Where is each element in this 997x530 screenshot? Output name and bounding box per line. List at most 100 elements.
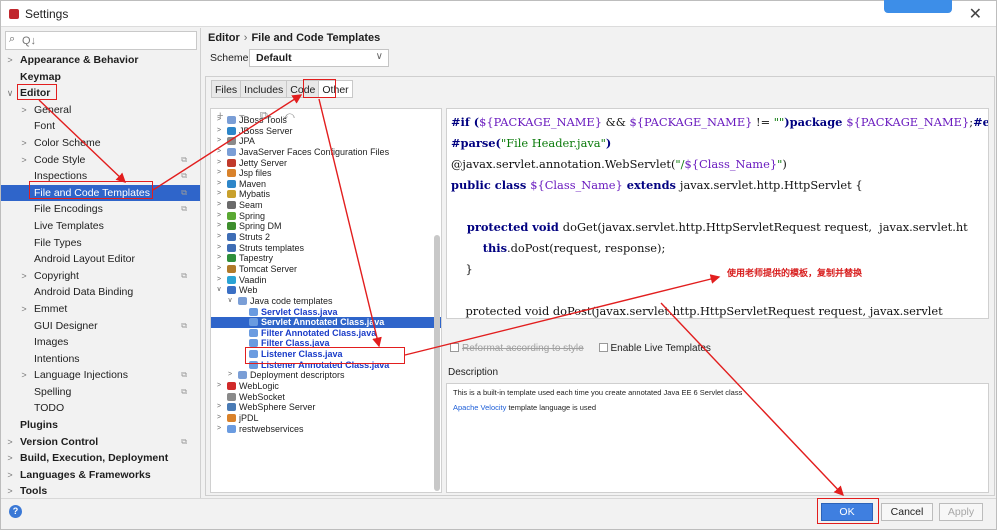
template-item-seam[interactable]: > Seam bbox=[211, 200, 441, 211]
template-item-filter-class-java[interactable]: Filter Class.java bbox=[211, 338, 441, 349]
sidebar-item-inspections[interactable]: Inspections ⧉ bbox=[1, 168, 200, 185]
chevron-right-icon[interactable]: > bbox=[215, 158, 223, 169]
template-code-editor[interactable]: #if (${PACKAGE_NAME} && ${PACKAGE_NAME} … bbox=[446, 108, 989, 319]
sidebar-item-editor[interactable]: ∨ Editor bbox=[1, 85, 200, 102]
apply-button[interactable]: Apply bbox=[939, 503, 983, 521]
help-icon[interactable]: ? bbox=[9, 505, 22, 518]
chevron-right-icon[interactable]: > bbox=[5, 434, 15, 451]
scheme-select[interactable]: Default ∨ bbox=[249, 49, 389, 67]
chevron-right-icon[interactable]: > bbox=[19, 268, 29, 285]
chevron-right-icon[interactable]: > bbox=[215, 147, 223, 158]
tree-scrollbar[interactable] bbox=[434, 235, 440, 491]
template-item-java-code-templates[interactable]: ∨ Java code templates bbox=[211, 296, 441, 307]
template-item-restwebservices[interactable]: > restwebservices bbox=[211, 424, 441, 435]
chevron-right-icon[interactable]: > bbox=[215, 424, 223, 435]
template-item-servlet-class-java[interactable]: Servlet Class.java bbox=[211, 307, 441, 318]
tab-includes[interactable]: Includes bbox=[240, 80, 288, 98]
chevron-right-icon[interactable]: > bbox=[215, 264, 223, 275]
template-item-struts-templates[interactable]: > Struts templates bbox=[211, 243, 441, 254]
sidebar-item-appearance-behavior[interactable]: > Appearance & Behavior bbox=[1, 52, 200, 69]
tab-code[interactable]: Code bbox=[286, 80, 320, 98]
template-item-tomcat-server[interactable]: > Tomcat Server bbox=[211, 264, 441, 275]
chevron-right-icon[interactable]: > bbox=[215, 402, 223, 413]
sidebar-item-keymap[interactable]: Keymap bbox=[1, 69, 200, 86]
reformat-checkbox[interactable] bbox=[450, 343, 459, 352]
template-item-jsp-files[interactable]: > Jsp files bbox=[211, 168, 441, 179]
search-box[interactable]: ⌕ bbox=[5, 31, 197, 50]
chevron-right-icon[interactable]: > bbox=[5, 483, 15, 498]
template-item-tapestry[interactable]: > Tapestry bbox=[211, 253, 441, 264]
sidebar-item-file-and-code-templates[interactable]: File and Code Templates ⧉ bbox=[1, 184, 200, 202]
sidebar-item-live-templates[interactable]: Live Templates bbox=[1, 218, 200, 235]
chevron-right-icon[interactable]: > bbox=[215, 115, 223, 126]
sidebar-item-todo[interactable]: TODO bbox=[1, 400, 200, 417]
live-templates-checkbox[interactable] bbox=[598, 343, 608, 352]
template-item-jpdl[interactable]: > jPDL bbox=[211, 413, 441, 424]
template-item-filter-annotated-class-java[interactable]: Filter Annotated Class.java bbox=[211, 328, 441, 339]
tab-files[interactable]: Files bbox=[211, 80, 242, 98]
chevron-right-icon[interactable]: > bbox=[215, 189, 223, 200]
sidebar-item-version-control[interactable]: > Version Control ⧉ bbox=[1, 434, 200, 451]
sidebar-item-color-scheme[interactable]: > Color Scheme bbox=[1, 135, 200, 152]
chevron-down-icon[interactable]: ∨ bbox=[226, 296, 234, 307]
sidebar-item-gui-designer[interactable]: GUI Designer ⧉ bbox=[1, 318, 200, 335]
sidebar-item-tools[interactable]: > Tools bbox=[1, 483, 200, 498]
chevron-right-icon[interactable]: > bbox=[215, 413, 223, 424]
chevron-right-icon[interactable]: > bbox=[215, 136, 223, 147]
template-item-web[interactable]: ∨ Web bbox=[211, 285, 441, 296]
chevron-right-icon[interactable]: > bbox=[19, 102, 29, 119]
chevron-right-icon[interactable]: > bbox=[215, 232, 223, 243]
template-item-struts-2[interactable]: > Struts 2 bbox=[211, 232, 441, 243]
chevron-right-icon[interactable]: > bbox=[215, 275, 223, 286]
chevron-right-icon[interactable]: > bbox=[215, 179, 223, 190]
sidebar-item-font[interactable]: Font bbox=[1, 118, 200, 135]
chevron-right-icon[interactable]: > bbox=[19, 301, 29, 318]
breadcrumb-parent[interactable]: Editor bbox=[208, 32, 240, 44]
template-item-servlet-annotated-class-java[interactable]: Servlet Annotated Class.java bbox=[211, 317, 441, 328]
template-item-websocket[interactable]: WebSocket bbox=[211, 392, 441, 403]
template-item-deployment-descriptors[interactable]: > Deployment descriptors bbox=[211, 370, 441, 381]
template-item-jpa[interactable]: > JPA bbox=[211, 136, 441, 147]
sidebar-item-android-data-binding[interactable]: Android Data Binding bbox=[1, 284, 200, 301]
velocity-link[interactable]: Apache Velocity bbox=[453, 403, 506, 412]
chevron-down-icon[interactable]: ∨ bbox=[5, 85, 15, 102]
template-item-spring[interactable]: > Spring bbox=[211, 211, 441, 222]
tab-other[interactable]: Other bbox=[318, 80, 353, 98]
chevron-right-icon[interactable]: > bbox=[215, 243, 223, 254]
chevron-right-icon[interactable]: > bbox=[5, 52, 15, 69]
sidebar-item-emmet[interactable]: > Emmet bbox=[1, 301, 200, 318]
chevron-right-icon[interactable]: > bbox=[215, 211, 223, 222]
chevron-right-icon[interactable]: > bbox=[215, 221, 223, 232]
chevron-right-icon[interactable]: > bbox=[19, 367, 29, 384]
sidebar-item-copyright[interactable]: > Copyright ⧉ bbox=[1, 268, 200, 285]
chevron-right-icon[interactable]: > bbox=[5, 467, 15, 484]
template-item-javaserver-faces-configuration-files[interactable]: > JavaServer Faces Configuration Files bbox=[211, 147, 441, 158]
template-item-listener-annotated-class-java[interactable]: Listener Annotated Class.java bbox=[211, 360, 441, 371]
chevron-right-icon[interactable]: > bbox=[5, 450, 15, 467]
sidebar-item-file-types[interactable]: File Types bbox=[1, 235, 200, 252]
template-item-weblogic[interactable]: > WebLogic bbox=[211, 381, 441, 392]
sidebar-item-code-style[interactable]: > Code Style ⧉ bbox=[1, 152, 200, 169]
sidebar-item-languages-frameworks[interactable]: > Languages & Frameworks bbox=[1, 467, 200, 484]
template-item-spring-dm[interactable]: > Spring DM bbox=[211, 221, 441, 232]
chevron-right-icon[interactable]: > bbox=[19, 135, 29, 152]
sidebar-item-android-layout-editor[interactable]: Android Layout Editor bbox=[1, 251, 200, 268]
sidebar-item-general[interactable]: > General bbox=[1, 102, 200, 119]
chevron-right-icon[interactable]: > bbox=[215, 168, 223, 179]
template-item-mybatis[interactable]: > Mybatis bbox=[211, 189, 441, 200]
close-icon[interactable]: ✕ bbox=[969, 4, 982, 24]
chevron-right-icon[interactable]: > bbox=[19, 152, 29, 169]
sidebar-item-plugins[interactable]: Plugins bbox=[1, 417, 200, 434]
ok-button[interactable]: OK bbox=[821, 503, 873, 521]
template-item-jboss-server[interactable]: > JBoss Server bbox=[211, 126, 441, 137]
template-item-listener-class-java[interactable]: Listener Class.java bbox=[211, 349, 441, 360]
chevron-right-icon[interactable]: > bbox=[215, 381, 223, 392]
template-item-websphere-server[interactable]: > WebSphere Server bbox=[211, 402, 441, 413]
sidebar-item-images[interactable]: Images bbox=[1, 334, 200, 351]
chevron-right-icon[interactable]: > bbox=[226, 370, 234, 381]
sidebar-item-spelling[interactable]: Spelling ⧉ bbox=[1, 384, 200, 401]
chevron-right-icon[interactable]: > bbox=[215, 253, 223, 264]
template-item-jboss-tools[interactable]: > JBoss Tools bbox=[211, 115, 441, 126]
chevron-right-icon[interactable]: > bbox=[215, 200, 223, 211]
sidebar-item-intentions[interactable]: Intentions bbox=[1, 351, 200, 368]
